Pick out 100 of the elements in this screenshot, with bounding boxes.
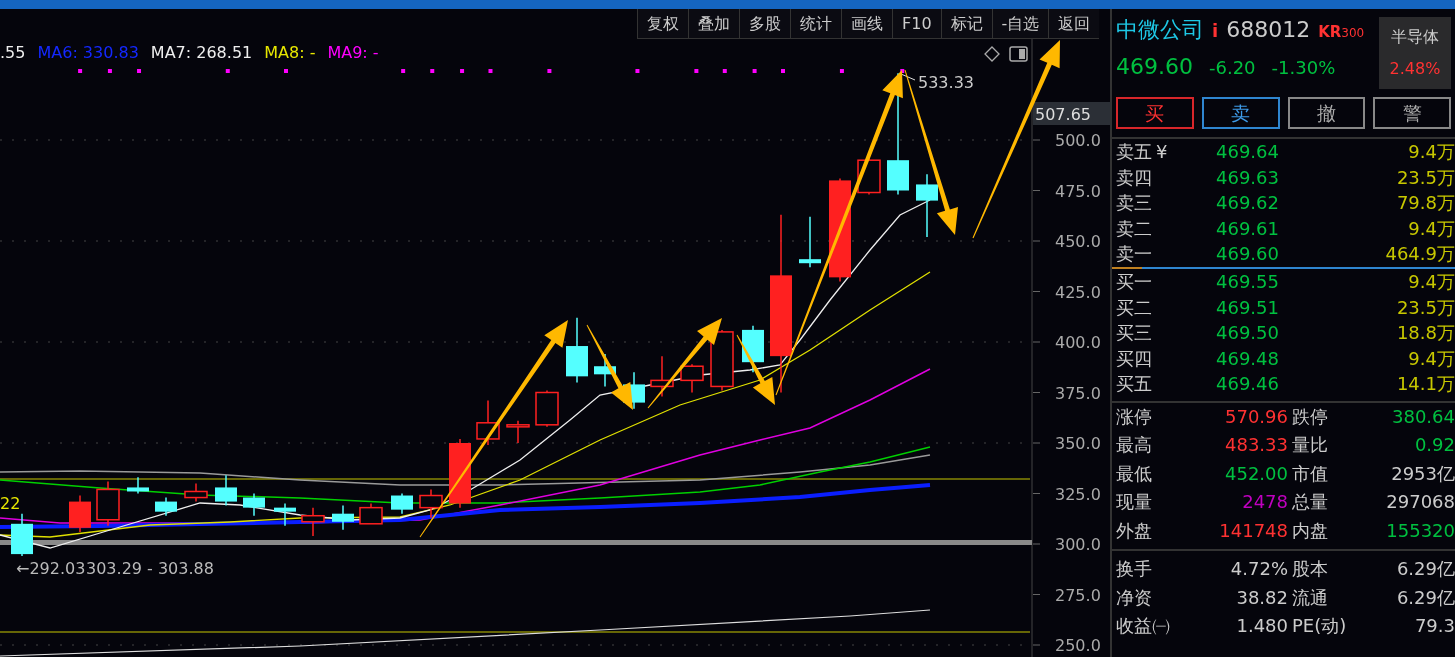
legend-label: .55 (0, 43, 26, 62)
order-price: 469.62 (1216, 191, 1280, 216)
toolbar-button[interactable]: 返回 (1048, 9, 1100, 39)
candlestick (332, 504, 354, 531)
axis-label: 500.0 (1055, 131, 1101, 150)
order-level-label: 卖四 (1116, 165, 1152, 190)
toolbar-button[interactable]: F10 (892, 9, 941, 39)
order-price: 469.51 (1216, 295, 1280, 320)
order-level-label: 买四 (1116, 346, 1152, 371)
price-label: 22 (0, 494, 21, 513)
toolbar-button[interactable]: 多股 (739, 9, 790, 39)
order-level-label: 买一 (1116, 269, 1152, 294)
axis-label: 325.0 (1055, 484, 1101, 504)
order-level-label: 买五 (1116, 372, 1152, 397)
candlestick (96, 480, 120, 527)
legend-label: MA7: 268.51 (150, 43, 253, 62)
stat-label: 市值 (1291, 461, 1329, 486)
sector-change: 2.48% (1389, 58, 1441, 80)
stat-value: 6.29亿 (1395, 557, 1455, 582)
stat-label: 内盘 (1291, 518, 1329, 543)
stat-label: 现量 (1116, 490, 1153, 515)
order-volume: 79.8万 (1395, 191, 1455, 216)
order-price: 469.61 (1216, 216, 1280, 241)
toolbar-button[interactable]: -自选 (991, 9, 1049, 39)
leader-line (900, 73, 916, 81)
currency-mark: ¥ (1156, 140, 1168, 164)
axis-label: 375.0 (1055, 383, 1101, 403)
axis-label: 400.0 (1055, 333, 1101, 352)
percent-change: -1.30% (1271, 56, 1336, 80)
stat-value: 2478 (1241, 490, 1288, 515)
candlestick (566, 317, 588, 384)
axis-label: 275.0 (1055, 585, 1101, 605)
order-price: 469.60 (1216, 242, 1280, 267)
stat-value: 2953亿 (1390, 461, 1455, 486)
toolbar-button[interactable]: 统计 (790, 9, 841, 39)
candlestick (155, 496, 177, 517)
candlestick (916, 173, 938, 238)
candlestick (799, 216, 821, 268)
candlestick (69, 494, 91, 533)
stat-label: 跌停 (1291, 404, 1329, 429)
toolbar-button[interactable]: 标记 (940, 9, 992, 39)
order-volume: 464.9万 (1384, 242, 1455, 267)
candlestick (506, 420, 530, 444)
order-price: 469.46 (1216, 372, 1280, 397)
stock-name: 中微公司 (1116, 16, 1204, 44)
range-label: ←292.03 (16, 559, 86, 578)
price-label: 533.33 (918, 73, 974, 92)
toolbar-button[interactable]: 复权 (637, 9, 688, 39)
stat-label: 收益㈠ (1116, 614, 1171, 639)
buy-button[interactable]: 买 (1116, 97, 1194, 129)
info-mark[interactable]: i (1212, 17, 1219, 44)
stat-value: 79.3 (1413, 614, 1455, 639)
sector-name: 半导体 (1391, 26, 1439, 48)
stat-label: 换手 (1116, 557, 1153, 582)
action-button[interactable]: 撤 (1287, 97, 1366, 129)
candlestick (680, 363, 704, 394)
candlestick (535, 389, 559, 428)
order-price: 469.55 (1216, 269, 1280, 294)
sector-card[interactable]: 半导体 2.48% (1379, 17, 1451, 89)
candlestick (359, 502, 383, 525)
order-level-label: 卖二 (1116, 216, 1152, 241)
panel-toggle-icon (1009, 46, 1028, 62)
last-price: 469.60 (1116, 53, 1193, 81)
order-price: 469.64 (1216, 140, 1280, 164)
candlestick (449, 438, 471, 509)
order-volume: 23.5万 (1395, 165, 1455, 190)
candlestick (11, 512, 33, 557)
axis-label: 350.0 (1055, 434, 1101, 453)
stat-label: 股本 (1291, 557, 1329, 582)
price-change: -6.20 (1209, 56, 1256, 80)
toolbar-button[interactable]: 画线 (841, 9, 892, 39)
order-price: 469.48 (1216, 346, 1280, 371)
order-volume: 9.4万 (1407, 269, 1455, 294)
order-volume: 23.5万 (1395, 295, 1455, 320)
legend-label: MA9: - (327, 43, 379, 62)
toolbar-button[interactable]: 叠加 (688, 9, 739, 39)
order-level-label: 卖一 (1116, 242, 1152, 267)
stat-label: 总量 (1291, 490, 1329, 515)
axis-label: 250.0 (1055, 636, 1101, 655)
candlestick (184, 482, 208, 503)
stat-value: 380.64 (1391, 404, 1455, 429)
diamond-icon (984, 46, 1000, 62)
stat-label: 流通 (1291, 585, 1329, 610)
order-level-label: 买三 (1116, 321, 1152, 346)
order-price: 469.63 (1216, 165, 1280, 190)
candlestick (419, 488, 443, 519)
stat-label: 净资 (1116, 585, 1153, 610)
stat-label: 最高 (1116, 433, 1153, 458)
candlestick (274, 502, 296, 527)
order-level-label: 卖五 (1116, 140, 1152, 164)
stat-value: 155320 (1385, 518, 1455, 543)
stat-label: 最低 (1116, 461, 1153, 486)
stat-label: PE(动) (1291, 614, 1348, 639)
legend-label: MA8: - (264, 43, 316, 62)
action-button[interactable]: 警 (1373, 97, 1451, 129)
stat-value: 483.33 (1224, 433, 1288, 458)
sell-button[interactable]: 卖 (1201, 97, 1280, 129)
stat-value: 1.480 (1235, 614, 1288, 639)
candlestick (127, 476, 149, 495)
legend-label: MA6: 330.83 (37, 43, 139, 62)
